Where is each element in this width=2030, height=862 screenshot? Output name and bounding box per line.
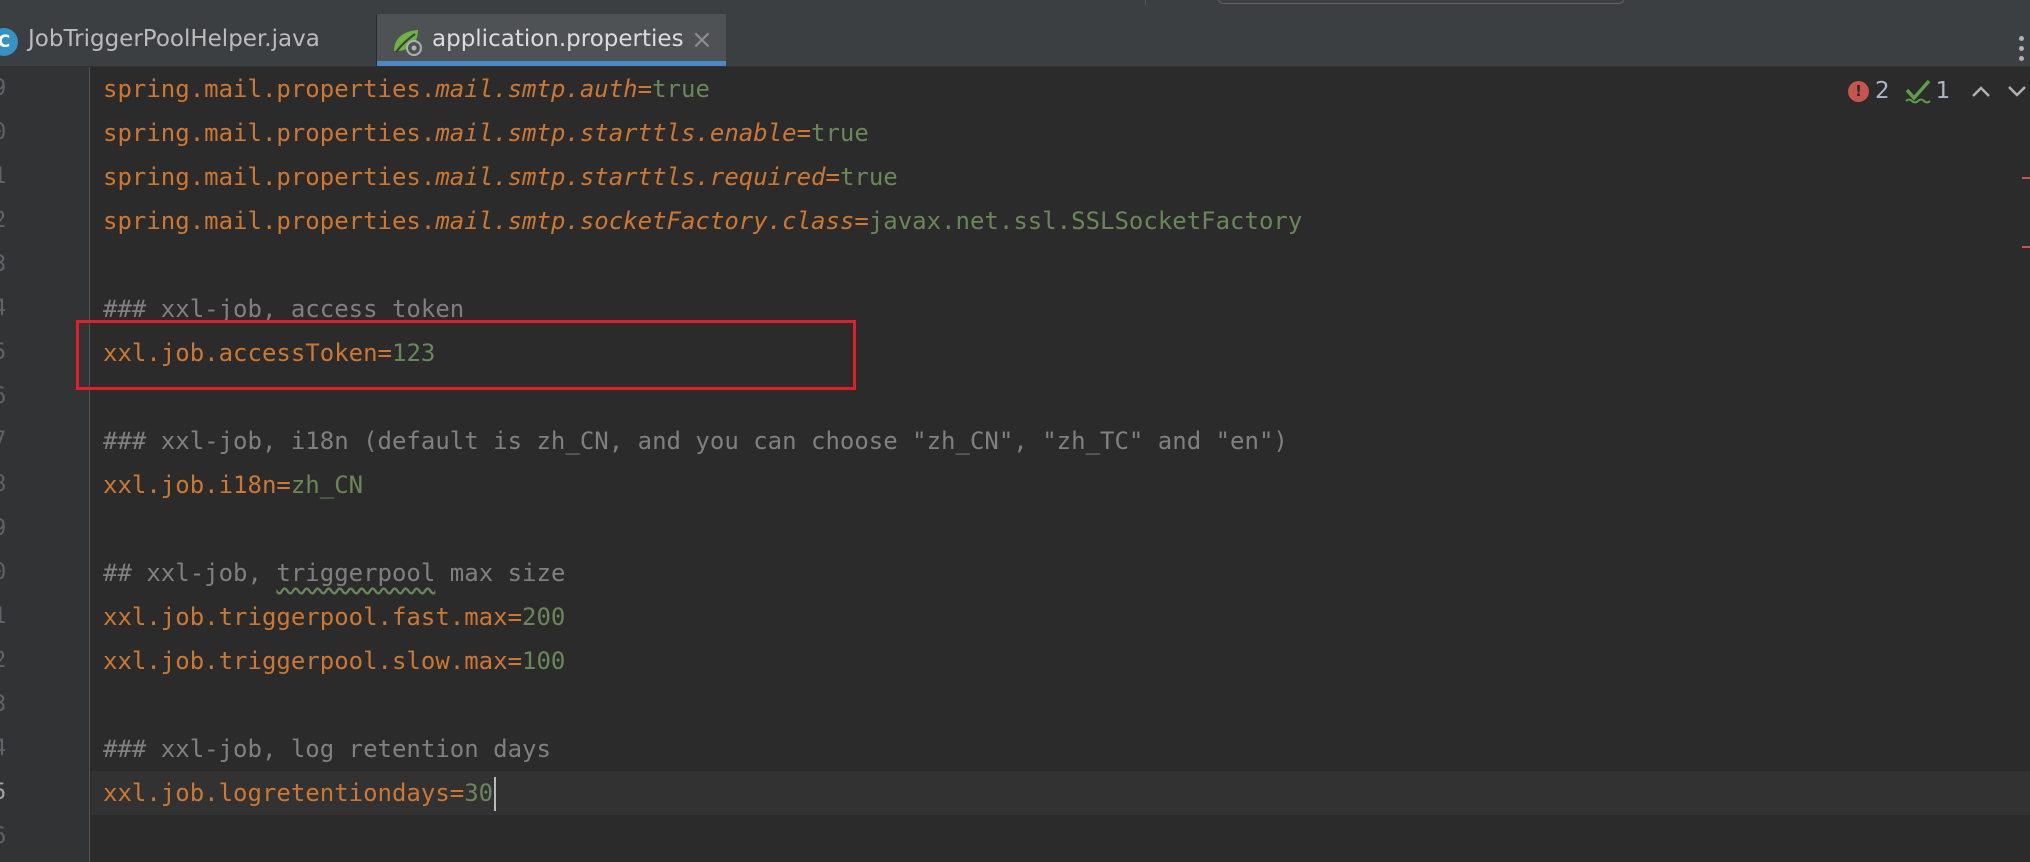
line-number: 9 (0, 507, 23, 551)
line-number: 6 (0, 375, 23, 419)
error-count: 2 (1875, 78, 1890, 104)
line-number: 6 (0, 815, 23, 859)
warning-check-icon (1904, 79, 1931, 104)
close-icon[interactable]: × (691, 25, 713, 55)
line-number: 5 (0, 331, 23, 375)
code-line[interactable]: 4 ### xxl-job, log retention days (0, 727, 2030, 771)
code-line[interactable]: 3 (0, 243, 2030, 287)
line-number: 1 (0, 595, 23, 639)
annotation-highlight-box (76, 320, 856, 390)
line-number: 1 (0, 155, 23, 199)
line-number: 4 (0, 287, 23, 331)
title-bar (0, 0, 2030, 14)
code-line[interactable]: 1 xxl.job.triggerpool.fast.max=200 (0, 595, 2030, 639)
line-number: 4 (0, 727, 23, 771)
comment-text[interactable]: ### xxl-job, log retention days (103, 727, 551, 771)
text-caret (494, 777, 497, 811)
code-text[interactable]: xxl.job.i18n=zh_CN (103, 463, 363, 507)
tab-label: application.properties (432, 26, 684, 52)
code-line[interactable]: 9 (0, 507, 2030, 551)
spring-leaf-icon (394, 30, 422, 56)
chevron-up-icon[interactable] (1970, 83, 1992, 99)
line-number: 7 (0, 419, 23, 463)
code-line[interactable]: 8 xxl.job.i18n=zh_CN (0, 463, 2030, 507)
code-text[interactable]: spring.mail.properties.mail.smtp.auth=tr… (103, 67, 710, 111)
code-line[interactable]: 2 spring.mail.properties.mail.smtp.socke… (0, 199, 2030, 243)
code-line[interactable]: 6 (0, 815, 2030, 859)
line-number: 0 (0, 111, 23, 155)
line-number: 3 (0, 683, 23, 727)
code-text[interactable]: xxl.job.triggerpool.slow.max=100 (103, 639, 565, 683)
tab-label: JobTriggerPoolHelper.java (28, 26, 320, 52)
inspection-widget[interactable]: ! 2 1 (1848, 78, 2028, 104)
code-line[interactable]: 0 ## xxl-job, triggerpool max size (0, 551, 2030, 595)
code-line[interactable]: 2 xxl.job.triggerpool.slow.max=100 (0, 639, 2030, 683)
code-line-current[interactable]: 5 xxl.job.logretentiondays=30 (0, 771, 2030, 815)
code-line[interactable]: 9 spring.mail.properties.mail.smtp.auth=… (0, 67, 2030, 111)
line-number: 3 (0, 243, 23, 287)
line-number: 0 (0, 551, 23, 595)
code-text[interactable]: spring.mail.properties.mail.smtp.socketF… (103, 199, 1302, 243)
editor-tab-bar: C JobTriggerPoolHelper.java application.… (0, 14, 2030, 67)
line-number: 9 (0, 67, 23, 111)
tab-application-properties[interactable]: application.properties × (377, 14, 726, 66)
warning-count: 1 (1935, 78, 1951, 104)
code-text[interactable]: xxl.job.logretentiondays=30 (103, 771, 497, 815)
code-text[interactable]: spring.mail.properties.mail.smtp.starttl… (103, 155, 898, 199)
line-number: 8 (0, 463, 23, 507)
error-stripe-marker[interactable] (2022, 246, 2030, 248)
toolbar-separator (1145, 0, 1146, 5)
spelling-typo: triggerpool (276, 559, 436, 587)
line-number: 5 (0, 771, 23, 815)
code-line[interactable]: 1 spring.mail.properties.mail.smtp.start… (0, 155, 2030, 199)
comment-text[interactable]: ## xxl-job, triggerpool max size (103, 551, 565, 595)
chevron-down-icon[interactable] (2006, 83, 2028, 99)
java-class-icon: C (0, 28, 18, 56)
code-text[interactable]: spring.mail.properties.mail.smtp.starttl… (103, 111, 869, 155)
code-line[interactable]: 3 (0, 683, 2030, 727)
line-number: 2 (0, 199, 23, 243)
code-line[interactable]: 7 ### xxl-job, i18n (default is zh_CN, a… (0, 419, 2030, 463)
tab-jobtriggerpoolhelper[interactable]: C JobTriggerPoolHelper.java (0, 14, 376, 66)
error-stripe-marker[interactable] (2022, 177, 2030, 179)
error-icon: ! (1848, 80, 1869, 102)
more-options-icon[interactable] (2019, 36, 2030, 66)
search-everywhere-field[interactable] (1218, 0, 1624, 4)
line-number: 2 (0, 639, 23, 683)
comment-text[interactable]: ### xxl-job, i18n (default is zh_CN, and… (103, 419, 1288, 463)
code-line[interactable]: 0 spring.mail.properties.mail.smtp.start… (0, 111, 2030, 155)
code-text[interactable]: xxl.job.triggerpool.fast.max=200 (103, 595, 565, 639)
